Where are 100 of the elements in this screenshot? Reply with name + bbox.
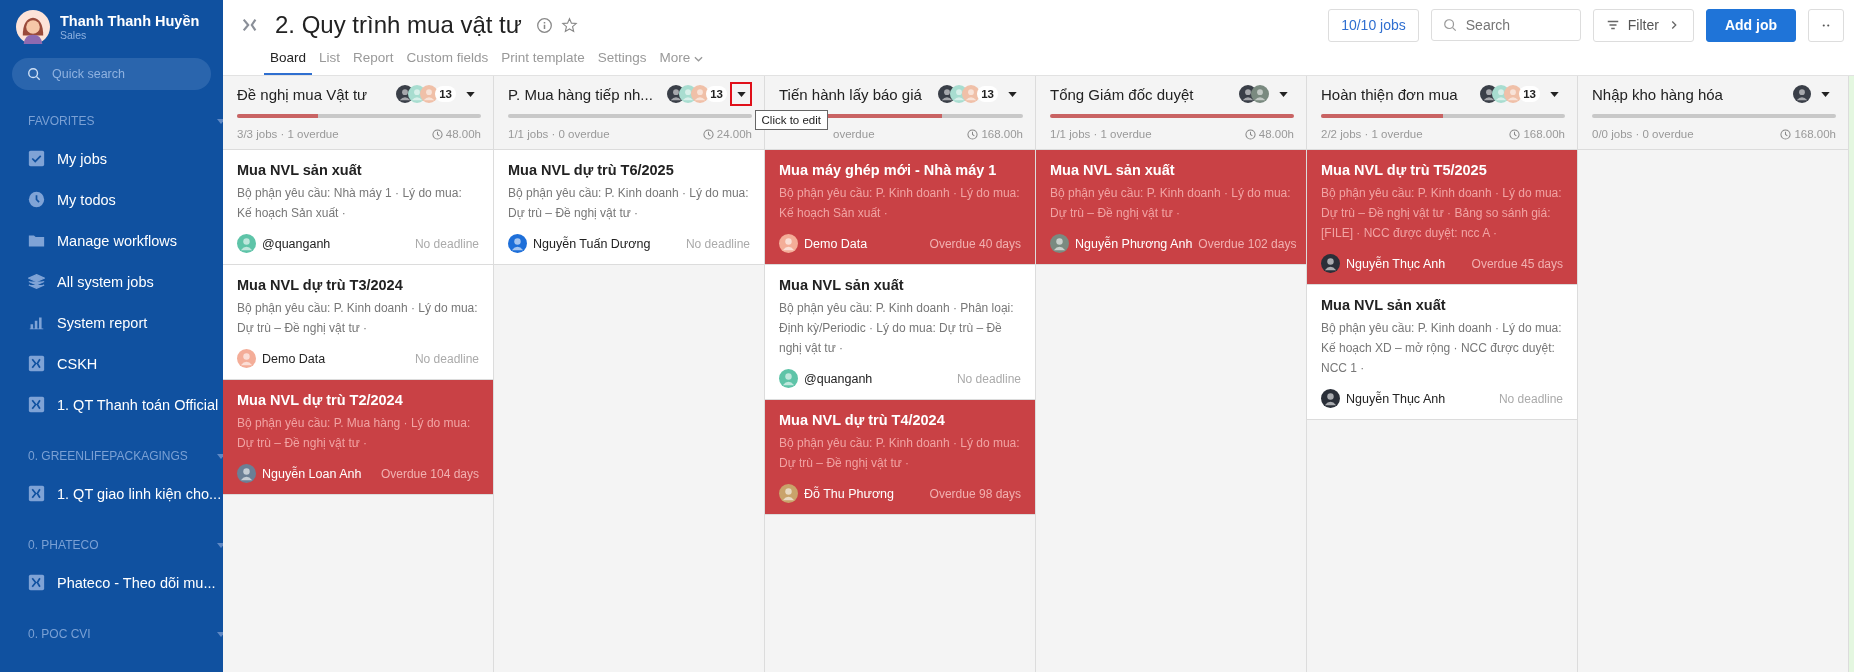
section-title: 0. POC CVI <box>28 627 91 641</box>
sidebar-item[interactable]: CSKH <box>0 343 223 384</box>
sidebar-item[interactable]: All system jobs <box>0 261 223 302</box>
job-card[interactable]: Mua NVL sản xuất Bộ phận yêu cầu: Nhà máy 1 · Lý do mua: Kế hoạch Sản xuất · @quanganh No deadline <box>223 150 493 265</box>
tooltip: Click to edit <box>754 110 828 130</box>
caret-icon <box>1007 91 1017 97</box>
column-hours: 168.00h <box>1794 128 1836 140</box>
member-count: 13 <box>706 86 727 102</box>
quick-search-field[interactable]: Quick search <box>12 58 211 90</box>
member-count: 13 <box>435 86 456 102</box>
due-status: No deadline <box>1498 391 1563 406</box>
column-stats: 3/3 jobs · 1 overdue <box>237 128 339 140</box>
job-title: Mua NVL dự trù T4/2024 <box>779 412 946 428</box>
clock-icon <box>1780 128 1792 140</box>
sidebar-item[interactable]: 1. QT giao linh kiện cho... <box>0 473 223 514</box>
sidebar-item[interactable]: 1. QT Thanh toán Official <box>0 384 223 425</box>
workflow-icon <box>28 485 45 502</box>
due-status: No deadline <box>414 236 479 251</box>
assignee-name: Nguyễn Phương Anh <box>1075 236 1193 251</box>
sidebar-item[interactable]: My jobs <box>0 138 223 179</box>
caret-icon <box>465 91 475 97</box>
layers-icon <box>28 273 45 290</box>
job-title: Mua NVL sản xuất <box>237 162 363 178</box>
job-card[interactable]: Mua NVL dự trù T6/2025 Bộ phận yêu cầu: P. Kinh doanh · Lý do mua: Dự trù – Đề nghị vật tư · Nguyễn Tuấn Dương No deadline <box>494 150 764 265</box>
job-description: Bộ phận yêu cầu: P. Kinh doanh · Lý do mua: Kế hoạch XD – mở rộng · NCC được duyệt: NCC 1 · <box>1321 320 1563 377</box>
caret-icon <box>1820 91 1830 97</box>
section-title: FAVORITES <box>28 114 95 128</box>
job-card[interactable]: Mua NVL sản xuất Bộ phận yêu cầu: P. Kinh doanh · Lý do mua: Kế hoạch XD – mở rộng · NCC được duyệt: NCC 1 · Nguyễn Thục Anh No deadline <box>1307 285 1577 420</box>
job-description: Bộ phận yêu cầu: P. Kinh doanh · Lý do mua: Dự trù – Đề nghị vật tư · <box>508 185 750 222</box>
workflow-icon <box>28 355 45 372</box>
workflow-icon <box>241 16 259 34</box>
job-description: Bộ phận yêu cầu: Nhà máy 1 · Lý do mua: Kế hoạch Sản xuất · <box>237 185 463 222</box>
avatar-icon[interactable] <box>16 10 50 44</box>
job-description: Bộ phận yêu cầu: P. Kinh doanh · Lý do mua: Dự trù – Đề nghị vật tư · <box>779 435 1021 472</box>
job-title: Mua NVL dự trù T6/2025 <box>508 162 675 178</box>
search-field[interactable]: Search <box>1430 9 1581 41</box>
job-card[interactable]: Mua NVL dự trù T4/2024 Bộ phận yêu cầu: P. Kinh doanh · Lý do mua: Dự trù – Đề nghị vật tư · Đỗ Thu Phương Overdue 98 days <box>765 400 1035 515</box>
job-card[interactable]: Mua máy ghép mới - Nhà máy 1 Bộ phận yêu cầu: P. Kinh doanh · Lý do mua: Kế hoạch Sản xuất · Demo Data Overdue 40 days <box>765 150 1035 265</box>
workflow-icon <box>28 574 45 591</box>
section-title: 0. PHATECO <box>28 538 99 552</box>
assignee-name: Demo Data <box>262 351 327 366</box>
section-title: 0. GREENLIFEPACKAGINGS <box>28 449 188 463</box>
assignee-name: Đỗ Thu Phương <box>804 486 895 501</box>
workflow-title: 2. Quy trình mua vật tư <box>275 11 522 39</box>
job-title: Mua NVL dự trù T2/2024 <box>237 392 404 408</box>
caret-icon <box>736 91 746 97</box>
column-stats: 2/2 jobs · 1 overdue <box>1321 128 1423 140</box>
info-icon[interactable] <box>535 16 553 34</box>
filter-button[interactable]: Filter <box>1592 8 1694 42</box>
job-title: Mua NVL dự trù T3/2024 <box>237 277 404 293</box>
job-card[interactable]: Mua NVL dự trù T5/2025 Bộ phận yêu cầu: P. Kinh doanh · Lý do mua: Dự trù – Đề nghị vật tư · Bảng so sánh giá: [FILE] · NCC được duyệt: ncc A · Nguyễn Thục Anh Overdue 45 days <box>1307 150 1577 285</box>
column-stats: 1/1 jobs · 1 overdue <box>1050 128 1152 140</box>
column-hours: 48.00h <box>445 128 481 140</box>
clock-icon <box>1244 128 1256 140</box>
star-icon[interactable] <box>560 16 578 34</box>
sidebar-item[interactable]: Manage workflows <box>0 220 223 261</box>
caret-icon <box>1278 91 1288 97</box>
column-title: Tiến hành lấy báo giá <box>779 85 923 103</box>
job-description: Bộ phận yêu cầu: P. Kinh doanh · Phân loại: Định kỳ/Periodic · Lý do mua: Dự trù – Đề nghị vật tư · <box>779 300 1015 357</box>
job-card[interactable]: Mua NVL dự trù T2/2024 Bộ phận yêu cầu: P. Mua hàng · Lý do mua: Dự trù – Đề nghị vật tư · Nguyễn Loan Anh Overdue 104 days <box>223 380 493 495</box>
due-status: No deadline <box>685 236 750 251</box>
job-description: Bộ phận yêu cầu: P. Kinh doanh · Lý do mua: Dự trù – Đề nghị vật tư · <box>237 300 479 337</box>
job-title: Mua NVL sản xuất <box>779 277 905 293</box>
member-count: 13 <box>977 86 998 102</box>
column-hours: 48.00h <box>1258 128 1294 140</box>
filter-icon <box>1605 18 1620 32</box>
column-title: Tổng Giám đốc duyệt <box>1050 85 1195 103</box>
clock-icon <box>431 128 443 140</box>
column-stats: overdue <box>832 128 875 140</box>
sidebar-item[interactable]: My todos <box>0 179 223 220</box>
column-hours: 168.00h <box>1523 128 1565 140</box>
more-icon <box>1820 22 1832 28</box>
column-title: P. Mua hàng tiếp nh... <box>508 85 654 103</box>
user-role: Sales <box>60 29 88 41</box>
member-count: 13 <box>1519 86 1540 102</box>
job-card[interactable]: Mua NVL sản xuất Bộ phận yêu cầu: P. Kinh doanh · Lý do mua: Dự trù – Đề nghị vật tư · Nguyễn Phương Anh Overdue 102 days <box>1036 150 1306 265</box>
assignee-name: Nguyễn Tuấn Dương <box>533 236 652 251</box>
sidebar-item[interactable]: Phateco - Theo dõi mu... <box>0 562 223 603</box>
job-count-button[interactable]: 10/10 jobs <box>1328 8 1419 42</box>
workflow-icon <box>28 396 45 413</box>
job-title: Mua NVL dự trù T5/2025 <box>1321 162 1488 178</box>
dropdown-button[interactable] <box>730 82 752 106</box>
job-title: Mua NVL sản xuất <box>1050 162 1176 178</box>
column-hours: 24.00h <box>716 128 752 140</box>
sidebar-item[interactable]: System report <box>0 302 223 343</box>
add-job-button[interactable]: Add job <box>1705 8 1796 42</box>
assignee-name: Nguyễn Thục Anh <box>1346 256 1447 271</box>
due-status: Overdue 45 days <box>1471 256 1563 271</box>
column-title: Đề nghị mua Vật tư <box>237 85 369 103</box>
job-title: Mua NVL sản xuất <box>1321 297 1447 313</box>
assignee-name: Nguyễn Thục Anh <box>1346 391 1447 406</box>
column-stats: 0/0 jobs · 0 overdue <box>1592 128 1694 140</box>
job-card[interactable]: Mua NVL dự trù T3/2024 Bộ phận yêu cầu: P. Kinh doanh · Lý do mua: Dự trù – Đề nghị vật tư · Demo Data No deadline <box>223 265 493 380</box>
assignee-name: @quanganh <box>262 236 332 251</box>
column-hours: 168.00h <box>981 128 1023 140</box>
due-status: Overdue 98 days <box>929 486 1021 501</box>
due-status: Overdue 104 days <box>380 466 479 481</box>
due-status: No deadline <box>414 351 479 366</box>
job-card[interactable]: Mua NVL sản xuất Bộ phận yêu cầu: P. Kinh doanh · Phân loại: Định kỳ/Periodic · Lý do mua: Dự trù – Đề nghị vật tư · @quanganh No deadline <box>765 265 1035 400</box>
job-description: Bộ phận yêu cầu: P. Kinh doanh · Lý do mua: Dự trù – Đề nghị vật tư · Bảng so sánh giá: [FILE] · NCC được duyệt: ncc A · <box>1321 185 1563 242</box>
